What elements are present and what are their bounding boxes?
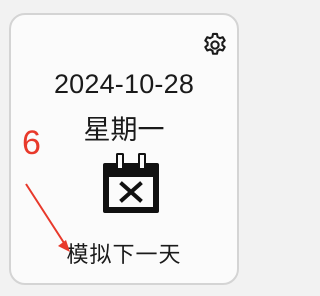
calendar-x-icon — [103, 153, 159, 213]
gear-icon[interactable] — [201, 31, 229, 59]
step-number-annotation: 6 — [22, 124, 41, 162]
date-card: 2024-10-28 星期一 模拟下一天 — [9, 13, 239, 285]
weekday-text: 星期一 — [83, 115, 165, 146]
simulate-next-day-button[interactable]: 模拟下一天 — [11, 237, 237, 269]
date-text: 2024-10-28 — [53, 69, 195, 99]
